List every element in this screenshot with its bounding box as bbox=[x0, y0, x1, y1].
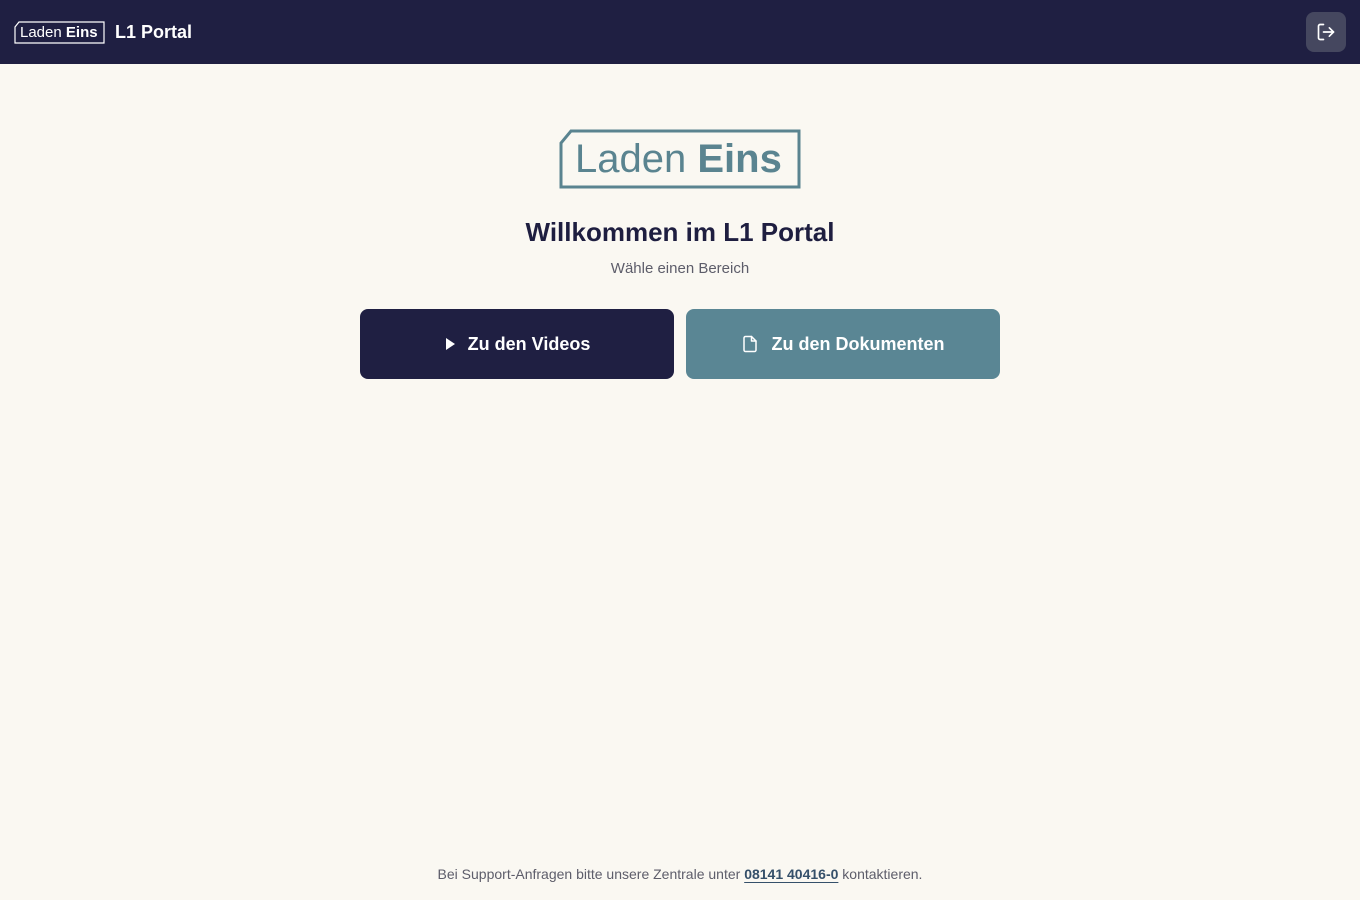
section-buttons: Zu den Videos Zu den Dokumenten bbox=[360, 309, 1000, 379]
top-bar: Laden Eins L1 Portal bbox=[0, 0, 1360, 64]
videos-button-label: Zu den Videos bbox=[467, 333, 591, 354]
main-content: Laden Eins Willkommen im L1 Portal Wähle… bbox=[0, 64, 1360, 379]
header-logo[interactable]: Laden Eins bbox=[14, 20, 105, 44]
play-icon bbox=[444, 337, 456, 351]
main-logo-text: Laden Eins bbox=[575, 137, 782, 181]
footer-text-before: Bei Support-Anfragen bitte unsere Zentra… bbox=[437, 866, 741, 882]
support-phone-link[interactable]: 08141 40416-0 bbox=[744, 866, 838, 882]
welcome-heading: Willkommen im L1 Portal bbox=[525, 217, 835, 247]
documents-button-label: Zu den Dokumenten bbox=[771, 333, 945, 354]
videos-button[interactable]: Zu den Videos bbox=[360, 309, 674, 379]
app-title: L1 Portal bbox=[115, 21, 193, 42]
main-logo: Laden Eins bbox=[559, 129, 801, 189]
logout-icon bbox=[1317, 23, 1335, 41]
support-footer: Bei Support-Anfragen bitte unsere Zentra… bbox=[0, 866, 1360, 882]
document-icon bbox=[741, 334, 759, 354]
logout-button[interactable] bbox=[1306, 12, 1346, 52]
header-logo-text: Laden Eins bbox=[20, 23, 98, 41]
documents-button[interactable]: Zu den Dokumenten bbox=[686, 309, 1000, 379]
subtitle: Wähle einen Bereich bbox=[610, 260, 750, 277]
footer-text-after: kontaktieren. bbox=[842, 866, 923, 882]
